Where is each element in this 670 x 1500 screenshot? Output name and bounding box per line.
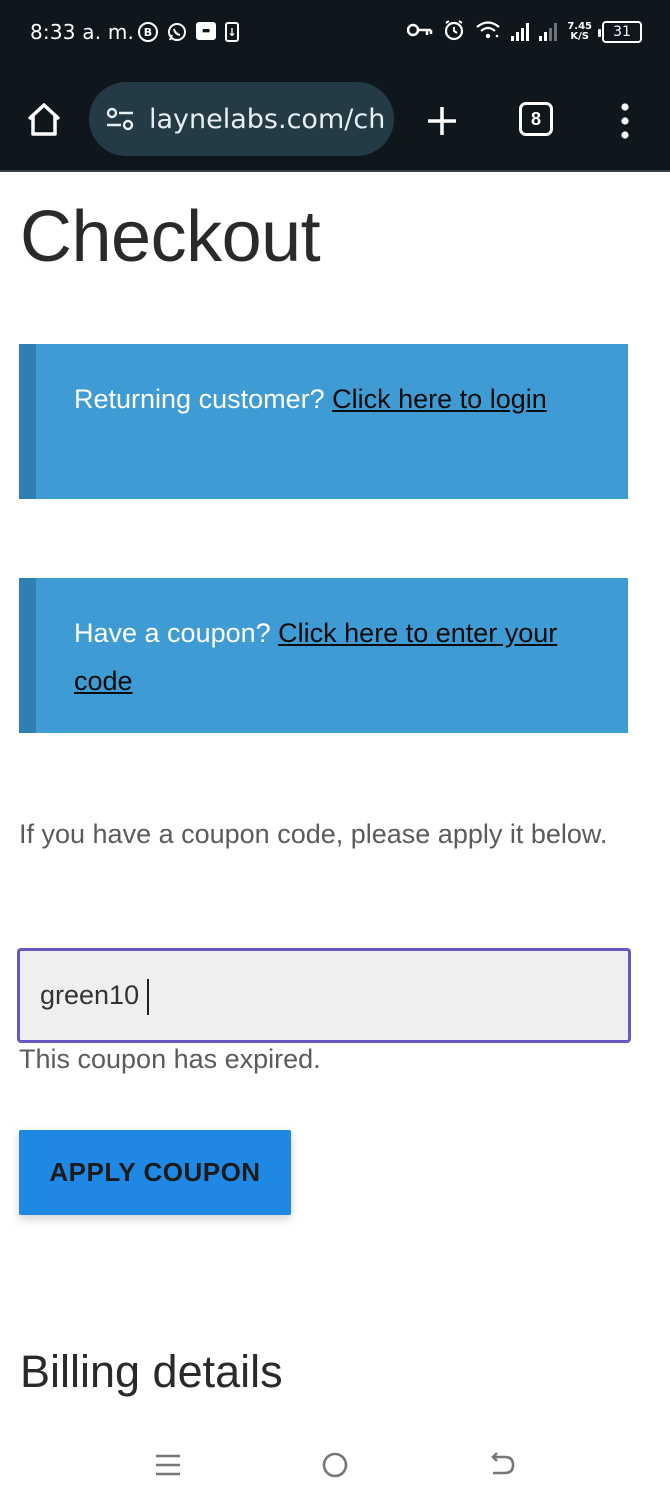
vpn-key-icon bbox=[407, 22, 433, 42]
apply-coupon-button[interactable]: APPLY COUPON bbox=[19, 1130, 291, 1215]
login-link[interactable]: Click here to login bbox=[332, 384, 547, 414]
battery-indicator: 31 bbox=[598, 21, 642, 43]
coupon-error-message: This coupon has expired. bbox=[19, 1044, 321, 1074]
tab-count: 8 bbox=[530, 108, 541, 129]
system-nav-bar bbox=[0, 1428, 670, 1500]
browser-toolbar: laynelabs.com/ch 8 bbox=[0, 68, 670, 172]
download-icon: ↓ bbox=[225, 22, 239, 42]
coupon-notice-text: Have a coupon? bbox=[74, 618, 271, 648]
billing-details-heading: Billing details bbox=[20, 1346, 283, 1397]
returning-customer-notice: Returning customer? Click here to login bbox=[19, 344, 628, 499]
plus-icon[interactable] bbox=[425, 104, 459, 138]
alarm-icon bbox=[443, 19, 465, 45]
status-bar: 8:33 a. m. B ▬ ↓ 7.45 K/S 31 bbox=[0, 0, 670, 68]
net-speed-unit: K/S bbox=[570, 31, 589, 42]
coupon-help-text: If you have a coupon code, please apply … bbox=[19, 819, 608, 849]
back-icon[interactable] bbox=[485, 1448, 519, 1482]
home-circle-icon[interactable] bbox=[318, 1448, 352, 1482]
url-text: laynelabs.com/ch bbox=[149, 103, 386, 135]
site-settings-icon[interactable] bbox=[105, 104, 135, 134]
overflow-menu-icon[interactable] bbox=[616, 102, 634, 140]
app-notification-icon: ▬ bbox=[196, 22, 216, 40]
coupon-code-input[interactable] bbox=[17, 948, 631, 1043]
returning-customer-text: Returning customer? bbox=[74, 384, 325, 414]
whatsapp-icon bbox=[167, 22, 187, 42]
page-title: Checkout bbox=[20, 197, 321, 277]
signal-icon bbox=[511, 23, 530, 41]
text-caret bbox=[147, 979, 149, 1015]
tabs-icon[interactable]: 8 bbox=[519, 102, 553, 136]
b-circle-icon: B bbox=[138, 22, 158, 42]
battery-level: 31 bbox=[613, 24, 631, 40]
net-speed: 7.45 K/S bbox=[567, 22, 592, 42]
home-icon[interactable] bbox=[24, 100, 64, 140]
status-time: 8:33 a. m. bbox=[30, 20, 135, 44]
recents-icon[interactable] bbox=[151, 1448, 185, 1482]
address-bar[interactable]: laynelabs.com/ch bbox=[89, 82, 394, 156]
notification-icons: B ▬ ↓ bbox=[138, 22, 239, 42]
coupon-notice: Have a coupon? Click here to enter your … bbox=[19, 578, 628, 733]
signal-icon bbox=[539, 23, 558, 41]
wifi-icon bbox=[475, 20, 501, 44]
system-icons: 7.45 K/S 31 bbox=[407, 19, 642, 45]
